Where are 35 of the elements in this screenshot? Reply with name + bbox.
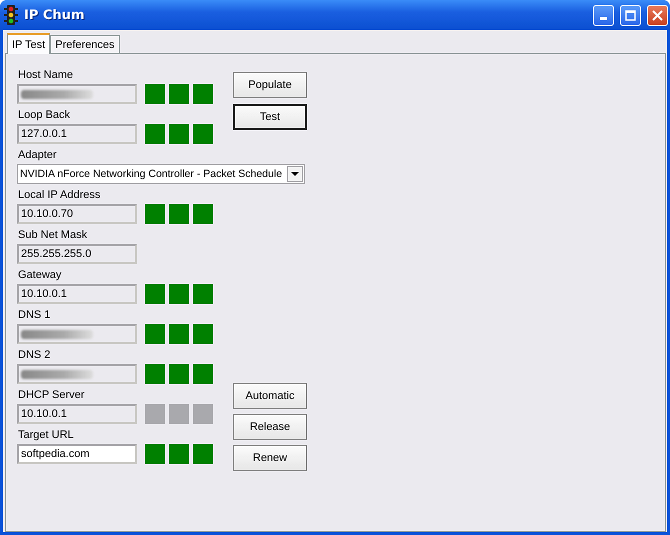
close-button[interactable] [647,4,668,26]
field-label: DHCP Server [17,388,86,403]
action-button[interactable]: Automatic [233,383,307,409]
input-field[interactable]: 10.10.0.1 [17,284,137,304]
tab[interactable]: Preferences [50,35,120,53]
adapter-dropdown[interactable]: NVIDIA nForce Networking Controller - Packet Schedule [17,164,305,184]
input-field[interactable]: softpedia.com [17,444,137,464]
field-label: Local IP Address [17,188,102,203]
input-field[interactable] [17,364,137,384]
field-label: DNS 2 [17,348,52,363]
field-label: Gateway [17,268,62,283]
minimize-icon [600,17,607,20]
minimize-button[interactable] [593,4,614,26]
input-field[interactable]: 255.255.255.0 [17,244,137,264]
close-icon [652,10,663,20]
maximize-icon [625,10,636,20]
field-label: Loop Back [17,108,71,123]
traffic-light-icon [4,5,18,25]
input-field[interactable] [17,84,137,104]
tab[interactable]: IP Test [7,33,50,54]
window-title: IP Chum [24,8,86,22]
field-label: Sub Net Mask [17,228,88,243]
field-label: Target URL [17,428,75,443]
field-label: DNS 1 [17,308,52,323]
action-button[interactable]: Release [233,414,307,440]
input-field[interactable]: 10.10.0.1 [17,404,137,424]
action-button[interactable]: Populate [233,72,307,98]
action-button[interactable]: Test [233,104,307,130]
input-field[interactable]: 127.0.0.1 [17,124,137,144]
input-field[interactable]: 10.10.0.70 [17,204,137,224]
action-button[interactable]: Renew [233,445,307,471]
input-field[interactable] [17,324,137,344]
maximize-button[interactable] [620,4,641,26]
field-label: Adapter [17,148,58,163]
field-label: Host Name [17,68,74,83]
